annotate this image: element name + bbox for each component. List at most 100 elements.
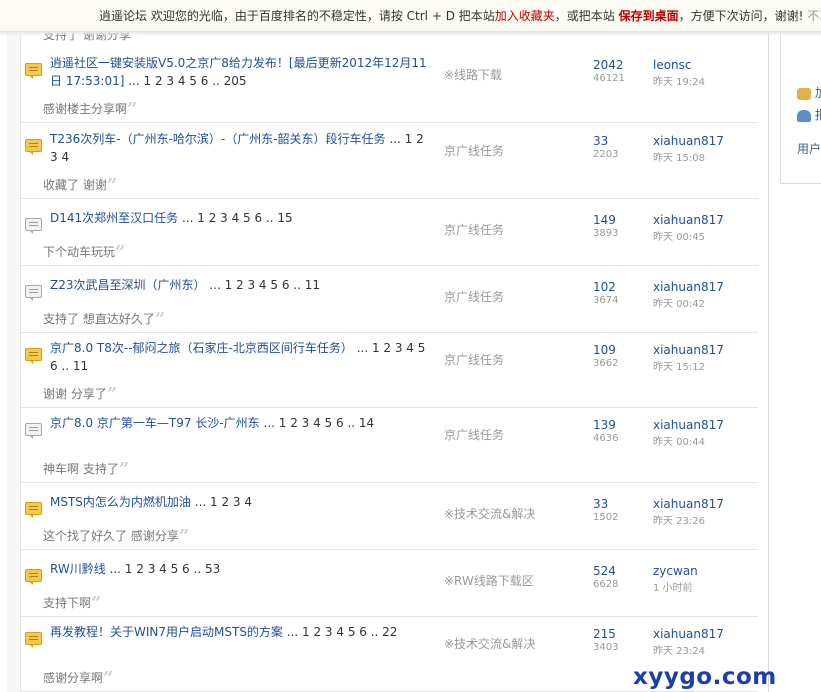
thread-reply-count[interactable]: 139: [593, 418, 616, 432]
thread-page-links[interactable]: ... 1 2 3 4 5 6 .. 22: [287, 625, 398, 639]
thread-status-icon: [25, 63, 42, 79]
thread-title-block: MSTS内怎么为内燃机加油 ... 1 2 3 4: [50, 493, 432, 511]
thread-view-count: 3674: [593, 295, 619, 306]
thread-reply-count[interactable]: 149: [593, 213, 616, 227]
thread-status-icon: [25, 218, 42, 234]
notice-text-3: ，方便下次访问，谢谢!: [678, 9, 804, 23]
thread-reply-count[interactable]: 215: [593, 627, 616, 641]
close-quote-icon: ”: [103, 668, 114, 689]
thread-status-icon: [25, 139, 42, 155]
thread-page-links[interactable]: ... 1 2 3 4 5 6 .. 205: [128, 74, 246, 88]
quote-text: 感谢分享啊: [43, 671, 104, 685]
thread-status-icon: [25, 632, 42, 648]
thread-title-link[interactable]: RW川黔线: [50, 562, 106, 576]
save-desktop-link[interactable]: 保存到桌面: [619, 9, 679, 23]
thread-last-poster[interactable]: xiahuan817: [653, 134, 724, 148]
close-quote-icon: ”: [118, 459, 130, 480]
thread-title-link[interactable]: 再发教程！关于WIN7用户启动MSTS的方案: [50, 625, 283, 639]
thread-title-link[interactable]: 京广8.0 京广第一车—T97 长沙-广州东: [50, 416, 260, 430]
thread-last-time[interactable]: 昨天 19:24: [653, 73, 705, 88]
thread-last-poster[interactable]: xiahuan817: [653, 213, 724, 227]
right-panel: 加 报 用户: [780, 32, 821, 184]
thread-forum-label[interactable]: ※RW线路下载区: [444, 572, 534, 589]
quote-text: 神车啊 支持了: [43, 462, 119, 476]
thread-title-block: Z23次武昌至深圳（广州东） ... 1 2 3 4 5 6 .. 11: [50, 276, 432, 294]
thread-title-link[interactable]: MSTS内怎么为内燃机加油: [50, 495, 191, 509]
thread-title-link[interactable]: T236次列车-（广州东-哈尔滨）-（广州东-韶关东）段行车任务: [50, 132, 386, 146]
thread-last-poster[interactable]: xiahuan817: [653, 627, 724, 641]
thread-reply-count[interactable]: 102: [593, 280, 616, 294]
close-quote-icon: ”: [127, 99, 138, 120]
thread-quote: 感谢楼主分享啊”: [43, 99, 138, 120]
thread-last-time[interactable]: 昨天 00:45: [653, 228, 705, 243]
thread-row: Z23次武昌至深圳（广州东） ... 1 2 3 4 5 6 .. 11 京广线任…: [21, 266, 758, 333]
close-quote-icon: ”: [106, 175, 118, 196]
thread-page-links[interactable]: ... 1 2 3 4 5 6 .. 53: [110, 562, 221, 576]
thread-view-count: 46121: [593, 73, 625, 84]
add-favorite-link[interactable]: 加入收藏夹: [495, 9, 555, 23]
thread-forum-label[interactable]: ※技术交流&解决: [444, 505, 535, 522]
thread-last-time[interactable]: 昨天 15:08: [653, 149, 705, 164]
side-link-2[interactable]: 报: [797, 106, 821, 123]
thread-forum-label[interactable]: 京广线任务: [444, 288, 504, 305]
thread-last-time[interactable]: 昨天 23:24: [653, 642, 705, 657]
quote-text: 支持了 想直达好久了: [43, 312, 155, 326]
thread-row: T236次列车-（广州东-哈尔滨）-（广州东-韶关东）段行车任务 ... 1 2…: [21, 123, 758, 199]
thread-quote: 下个动车玩玩”: [43, 242, 126, 263]
thread-last-time[interactable]: 1 小时前: [653, 579, 693, 594]
thread-last-poster[interactable]: leonsc: [653, 58, 692, 72]
thread-forum-label[interactable]: 京广线任务: [444, 142, 504, 159]
thread-page-links[interactable]: ... 1 2 3 4 5 6 .. 15: [182, 211, 293, 225]
thread-page-links[interactable]: ... 1 2 3 4 5 6 .. 14: [263, 416, 374, 430]
notice-text-2: ，或把本站: [554, 9, 615, 23]
dismiss-notice-link[interactable]: 不再: [807, 9, 821, 23]
thread-reply-count[interactable]: 2042: [593, 58, 624, 72]
thread-title-block: D141次郑州至汉口任务 ... 1 2 3 4 5 6 .. 15: [50, 209, 432, 227]
thread-forum-label[interactable]: 京广线任务: [444, 426, 504, 443]
thread-forum-label[interactable]: ※线路下载: [444, 66, 502, 83]
thread-forum-label[interactable]: 京广线任务: [444, 221, 504, 238]
thread-row: 逍遥社区一键安装版V5.0之京广8给力发布！[最后更新2012年12月11日 1…: [21, 48, 758, 123]
thread-quote: 收藏了 谢谢”: [43, 175, 118, 196]
quote-text: 支持下啊: [43, 596, 92, 610]
thread-forum-label[interactable]: 京广线任务: [444, 351, 504, 368]
thread-last-time[interactable]: 昨天 00:44: [653, 433, 705, 448]
quote-text: 下个动车玩玩: [43, 245, 116, 259]
close-quote-icon: ”: [91, 593, 102, 614]
thread-forum-label[interactable]: ※技术交流&解决: [444, 635, 535, 652]
thread-last-poster[interactable]: xiahuan817: [653, 418, 724, 432]
thread-reply-count[interactable]: 33: [593, 134, 608, 148]
site-name: 逍遥论坛: [99, 9, 148, 23]
site-watermark: xyygo.com: [633, 664, 777, 690]
thread-view-count: 3403: [593, 642, 619, 653]
thread-title-link[interactable]: D141次郑州至汉口任务: [50, 211, 178, 225]
thread-last-time[interactable]: 昨天 23:26: [653, 512, 705, 527]
thread-quote: 谢谢 分享了”: [43, 386, 117, 404]
thread-last-poster[interactable]: xiahuan817: [653, 497, 724, 511]
thread-title-block: 京广8.0 T8次--郁闷之旅（石家庄-北京西区间行车任务） ... 1 2 3…: [50, 339, 432, 375]
thread-page-links[interactable]: ... 1 2 3 4 5 6 .. 11: [209, 278, 320, 292]
thread-last-time[interactable]: 昨天 00:42: [653, 295, 705, 310]
thread-last-poster[interactable]: xiahuan817: [653, 280, 724, 294]
side-user-label[interactable]: 用户: [797, 140, 821, 157]
thread-last-poster[interactable]: zycwan: [653, 564, 698, 578]
quote-text: 收藏了 谢谢: [43, 178, 107, 192]
thread-title-block: RW川黔线 ... 1 2 3 4 5 6 .. 53: [50, 560, 432, 578]
thread-last-time[interactable]: 昨天 15:12: [653, 358, 705, 373]
thread-last-poster[interactable]: xiahuan817: [653, 343, 724, 357]
thread-page-links[interactable]: ... 1 2 3 4: [195, 495, 252, 509]
thread-reply-count[interactable]: 109: [593, 343, 616, 357]
thread-reply-count[interactable]: 524: [593, 564, 616, 578]
thread-view-count: 4636: [593, 433, 619, 444]
close-quote-icon: ”: [154, 309, 166, 330]
close-quote-icon: ”: [115, 242, 126, 263]
thread-quote: 这个找了好久了 感谢分享”: [43, 528, 189, 546]
thread-title-link[interactable]: 京广8.0 T8次--郁闷之旅（石家庄-北京西区间行车任务）: [50, 341, 353, 355]
thread-row: 京广8.0 京广第一车—T97 长沙-广州东 ... 1 2 3 4 5 6 .…: [21, 408, 758, 483]
thread-reply-count[interactable]: 33: [593, 497, 608, 511]
thread-title-link[interactable]: Z23次武昌至深圳（广州东）: [50, 278, 206, 292]
notice-bar: 逍遥论坛 欢迎您的光临，由于百度排名的不稳定性，请按 Ctrl + D 把本站加…: [0, 0, 821, 32]
side-link-2-label: 报: [814, 108, 821, 122]
thread-quote: 支持了 想直达好久了”: [43, 309, 166, 330]
side-link-1[interactable]: 加: [797, 84, 821, 101]
